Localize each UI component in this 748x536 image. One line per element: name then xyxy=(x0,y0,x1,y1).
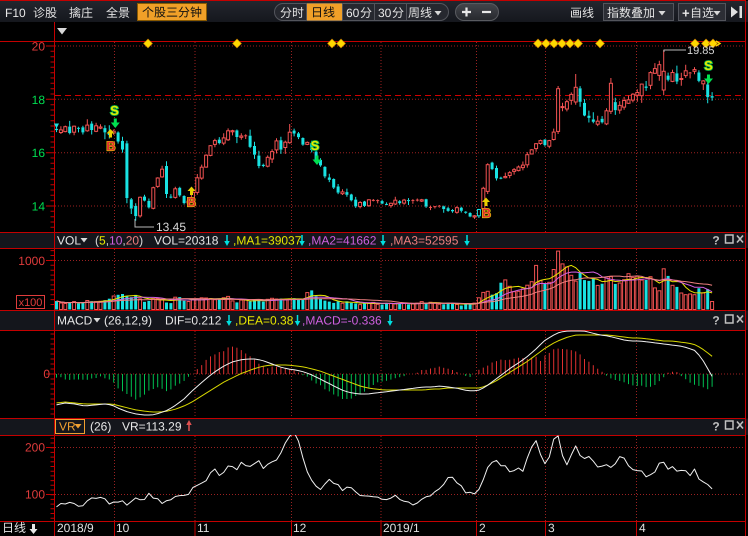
svg-text:2019/1: 2019/1 xyxy=(383,521,420,535)
svg-text:S: S xyxy=(704,58,713,73)
svg-text:2018/9: 2018/9 xyxy=(57,521,94,535)
svg-text:20: 20 xyxy=(32,40,46,54)
svg-text:,DEA=0.38: ,DEA=0.38 xyxy=(235,314,294,328)
svg-text:MACD: MACD xyxy=(57,314,93,328)
svg-text:60: 60 xyxy=(346,6,360,20)
svg-text:,MA3=52595: ,MA3=52595 xyxy=(390,234,459,248)
svg-text:100: 100 xyxy=(25,488,45,502)
svg-text:S: S xyxy=(311,138,320,153)
svg-text:VR=113.29: VR=113.29 xyxy=(122,420,182,434)
svg-text:4: 4 xyxy=(639,521,646,535)
svg-text:B: B xyxy=(187,195,196,210)
svg-text:14: 14 xyxy=(32,200,46,214)
svg-text:10: 10 xyxy=(116,521,130,535)
svg-text:3: 3 xyxy=(548,521,555,535)
svg-text:VR: VR xyxy=(59,420,76,434)
svg-text:200: 200 xyxy=(25,441,45,455)
svg-text:13.45: 13.45 xyxy=(156,220,186,234)
svg-text:30: 30 xyxy=(378,6,392,20)
svg-text:S: S xyxy=(110,103,119,118)
svg-text:B: B xyxy=(482,206,491,221)
svg-text:DIF=0.212: DIF=0.212 xyxy=(165,314,222,328)
svg-text:0: 0 xyxy=(43,367,50,381)
svg-text:?: ? xyxy=(712,234,719,248)
svg-text:1000: 1000 xyxy=(18,254,45,268)
svg-text:,MA1=39037: ,MA1=39037 xyxy=(233,234,302,248)
svg-text:19.85: 19.85 xyxy=(687,45,715,57)
svg-text:(5,10,20): (5,10,20) xyxy=(95,234,143,248)
svg-text:+: + xyxy=(682,6,690,21)
svg-text:11: 11 xyxy=(197,521,210,535)
svg-text:18: 18 xyxy=(32,93,46,107)
svg-text:2: 2 xyxy=(479,521,486,535)
svg-text:x100: x100 xyxy=(19,297,43,309)
svg-text:16: 16 xyxy=(32,146,46,160)
svg-text:(26,12,9): (26,12,9) xyxy=(104,314,152,328)
svg-text:?: ? xyxy=(712,420,719,434)
svg-text:,MA2=41662: ,MA2=41662 xyxy=(308,234,377,248)
svg-text:VOL=20318: VOL=20318 xyxy=(154,234,219,248)
svg-text:VOL: VOL xyxy=(57,234,81,248)
svg-text:12: 12 xyxy=(293,521,307,535)
svg-text:(26): (26) xyxy=(90,420,111,434)
svg-text:F10: F10 xyxy=(5,6,26,20)
svg-text:?: ? xyxy=(712,314,719,328)
svg-text:,MACD=-0.336: ,MACD=-0.336 xyxy=(302,314,382,328)
svg-text:B: B xyxy=(106,139,115,154)
